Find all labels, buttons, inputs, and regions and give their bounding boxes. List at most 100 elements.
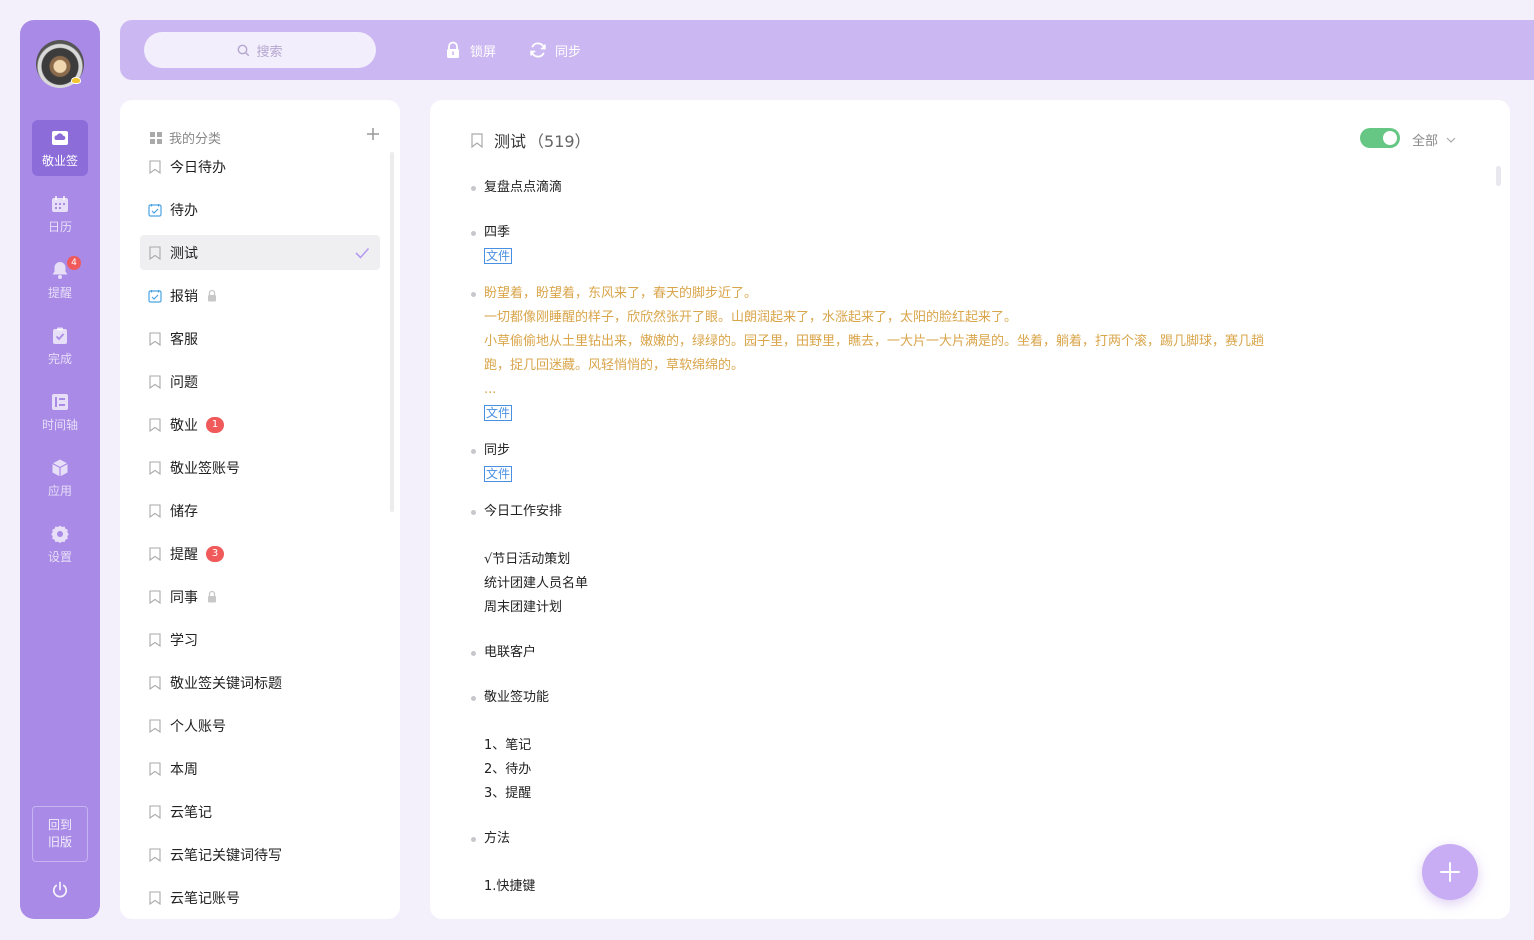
note-item[interactable]: 盼望着，盼望着，东风来了，春天的脚步近了。 一切都像刚睡醒的样子，欣欣然张开了眼。… xyxy=(470,282,1265,426)
bookmark-icon xyxy=(149,331,161,346)
nav-label: 日历 xyxy=(47,219,72,234)
filter-dropdown[interactable]: 全部 xyxy=(1412,130,1456,149)
category-item[interactable]: 储存 xyxy=(140,493,380,528)
category-item[interactable]: 敬业 1 xyxy=(140,407,380,442)
bookmark-icon xyxy=(149,503,161,518)
category-item[interactable]: 敬业签关键词标题 xyxy=(140,665,380,700)
category-item[interactable]: 云笔记 xyxy=(140,794,380,829)
page-title: 测试 （519） xyxy=(470,128,591,152)
nav-item-done[interactable]: 完成 xyxy=(32,318,88,374)
note-item[interactable]: 复盘点点滴滴 xyxy=(470,176,563,200)
nav-item-timeline[interactable]: 时间轴 xyxy=(32,384,88,440)
category-item[interactable]: 今日待办 xyxy=(140,149,380,184)
note-line: 方法 xyxy=(484,831,511,846)
category-label: 提醒 xyxy=(170,546,198,563)
category-label: 本周 xyxy=(170,761,198,778)
category-item[interactable]: 个人账号 xyxy=(140,708,380,743)
note-line: 一切都像刚睡醒的样子，欣欣然张开了眼。山朗润起来了，水涨起来了，太阳的脸红起来了… xyxy=(484,310,1018,325)
note-line: 复盘点点滴滴 xyxy=(484,180,563,195)
nav-label: 设置 xyxy=(47,549,72,564)
note-line: 同步 xyxy=(484,443,511,458)
nav-item-notes[interactable]: 敬业签 xyxy=(32,120,88,176)
note-item[interactable]: 电联客户 xyxy=(470,641,536,665)
note-item[interactable]: 四季 文件 xyxy=(470,221,513,269)
bookmark-icon xyxy=(149,632,161,647)
file-attachment-tag[interactable]: 文件 xyxy=(484,248,513,264)
nav-item-calendar[interactable]: 日历 xyxy=(32,186,88,242)
nav-label: 提醒 xyxy=(47,285,72,300)
category-item[interactable]: 报销 xyxy=(140,278,380,313)
nav-item-reminder[interactable]: 4 提醒 xyxy=(32,252,88,308)
category-item[interactable]: 本周 xyxy=(140,751,380,786)
add-note-button[interactable] xyxy=(1422,844,1478,900)
sync-button[interactable]: 同步 xyxy=(529,40,581,60)
grid-icon xyxy=(150,131,162,144)
calendar-icon xyxy=(52,195,68,212)
category-header-label: 我的分类 xyxy=(169,132,222,147)
category-item[interactable]: 云笔记账号 xyxy=(140,880,380,915)
note-line: 小草偷偷地从土里钻出来，嫩嫩的，绿绿的。园子里，田野里，瞧去，一大片一大片满是的… xyxy=(484,334,1265,349)
checkmark-icon xyxy=(355,247,370,259)
power-icon[interactable] xyxy=(51,881,69,899)
lock-icon xyxy=(447,41,459,58)
lock-icon xyxy=(208,590,216,603)
file-attachment-tag[interactable]: 文件 xyxy=(484,405,513,421)
note-line: 跑，捉几回迷藏。风轻悄悄的，草软绵绵的。 xyxy=(484,358,745,373)
nav-label: 完成 xyxy=(47,351,72,366)
bookmark-icon xyxy=(149,245,161,260)
vip-badge-icon xyxy=(71,77,81,84)
category-label: 敬业 xyxy=(170,417,198,434)
note-line: 周末团建计划 xyxy=(484,600,563,615)
category-item[interactable]: 问题 xyxy=(140,364,380,399)
note-line: 四季 xyxy=(484,225,511,240)
add-category-icon[interactable] xyxy=(367,128,379,140)
note-item[interactable]: 方法 1.快捷键 xyxy=(470,827,536,899)
lock-screen-label: 锁屏 xyxy=(470,44,497,60)
category-item[interactable]: 客服 xyxy=(140,321,380,356)
top-bar: 搜索 锁屏 同步 xyxy=(120,20,1534,80)
category-item[interactable]: 测试 xyxy=(140,235,380,270)
bookmark-icon xyxy=(149,159,161,174)
category-label: 待办 xyxy=(170,202,198,219)
note-scrollbar[interactable] xyxy=(1496,166,1501,186)
category-label: 学习 xyxy=(170,632,198,649)
category-label: 储存 xyxy=(170,503,198,520)
nav-item-apps[interactable]: 应用 xyxy=(32,450,88,506)
todo-check-icon xyxy=(148,203,162,217)
category-item[interactable]: 敬业签账号 xyxy=(140,450,380,485)
note-line: √节日活动策划 xyxy=(484,552,571,567)
category-count-badge: 3 xyxy=(206,545,224,562)
show-toggle-switch[interactable] xyxy=(1360,128,1400,148)
category-item[interactable]: 云笔记关键词待写 xyxy=(140,837,380,872)
chevron-down-icon xyxy=(1446,137,1456,143)
note-item[interactable]: 今日工作安排 √节日活动策划 统计团建人员名单 周末团建计划 xyxy=(470,500,588,620)
category-count-badge: 1 xyxy=(206,416,224,433)
bookmark-icon xyxy=(149,890,161,905)
category-label: 敬业签账号 xyxy=(170,460,240,477)
note-item[interactable]: 敬业签功能 1、笔记 2、待办 3、提醒 xyxy=(470,686,549,806)
note-panel: 测试 （519） 全部 复盘点点滴滴 四季 文件 盼望着，盼望着，东风来了，春天的脚步… xyxy=(430,100,1510,919)
note-line: 1.快捷键 xyxy=(484,879,536,894)
category-item[interactable]: 待办 xyxy=(140,192,380,227)
note-line: 3、提醒 xyxy=(484,786,532,801)
back-to-old-version-button[interactable]: 回到旧版 xyxy=(32,806,88,862)
search-input[interactable]: 搜索 xyxy=(144,32,376,68)
nav-item-settings[interactable]: 设置 xyxy=(32,516,88,572)
lock-icon xyxy=(208,289,216,302)
category-label: 云笔记 xyxy=(170,804,212,821)
note-item[interactable]: 同步 文件 xyxy=(470,439,513,487)
bookmark-icon xyxy=(149,374,161,389)
search-placeholder: 搜索 xyxy=(256,44,283,60)
category-item[interactable]: 提醒 3 xyxy=(140,536,380,571)
category-item[interactable]: 同事 xyxy=(140,579,380,614)
cube-icon xyxy=(52,459,68,476)
file-attachment-tag[interactable]: 文件 xyxy=(484,466,513,482)
category-scrollbar[interactable] xyxy=(390,152,394,512)
bookmark-icon xyxy=(149,718,161,733)
category-item[interactable]: 学习 xyxy=(140,622,380,657)
todo-check-icon xyxy=(148,289,162,303)
category-label: 报销 xyxy=(170,288,198,305)
lock-screen-button[interactable]: 锁屏 xyxy=(444,40,496,60)
